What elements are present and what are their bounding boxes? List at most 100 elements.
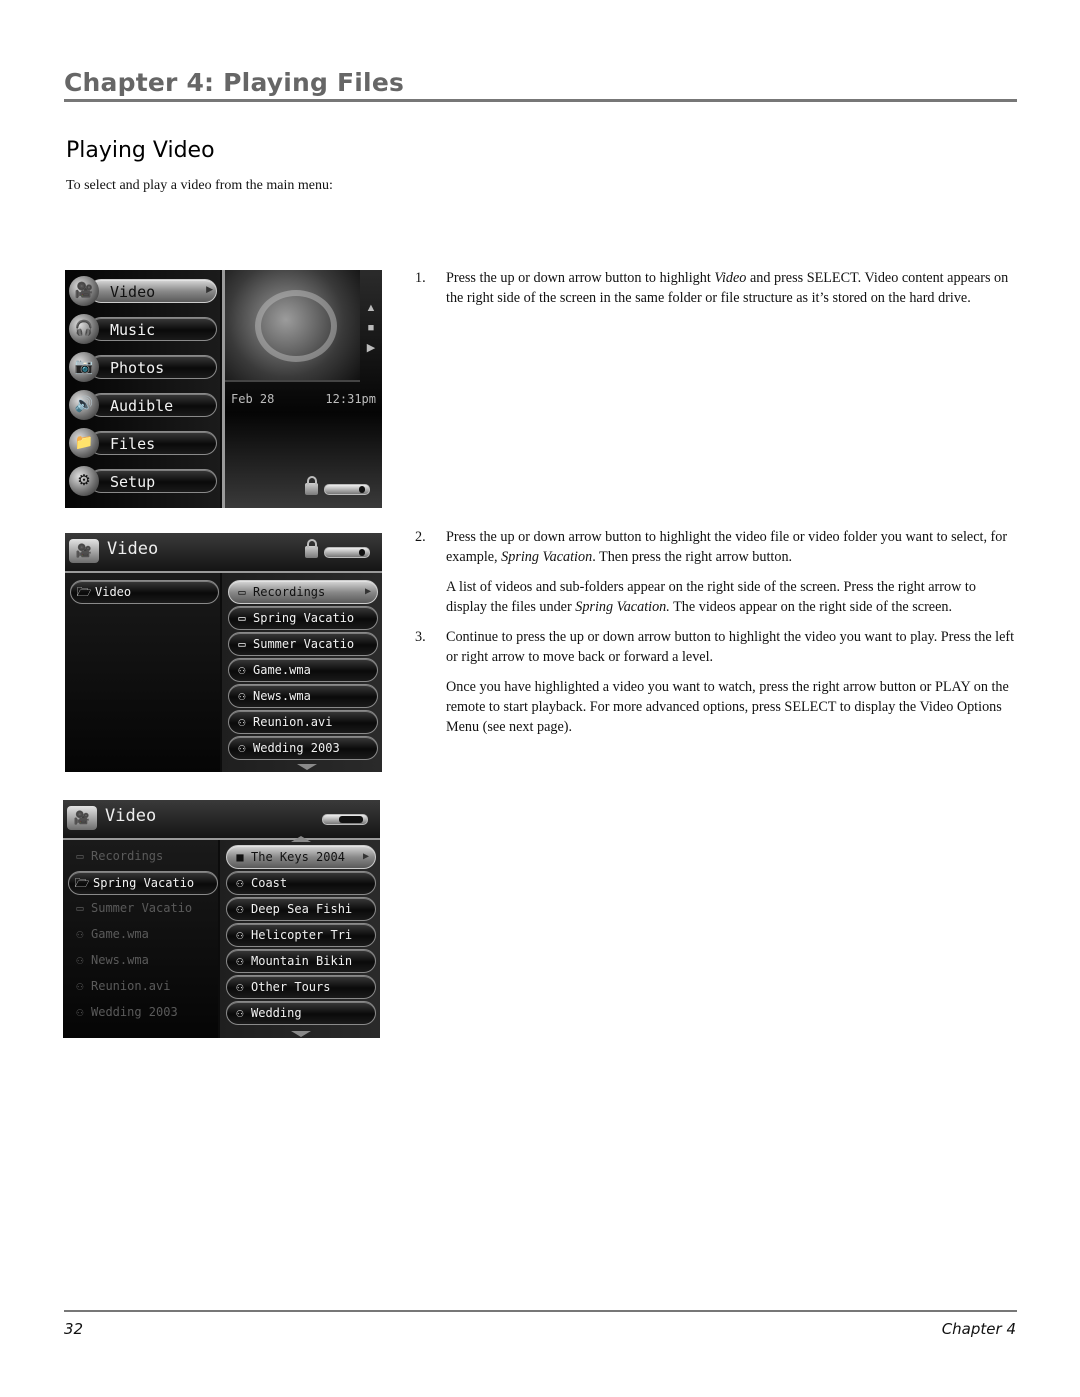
step-emphasis: Video [714, 270, 747, 286]
step-emphasis: Spring Vacation [501, 549, 593, 565]
footer-chapter-label: Chapter 4 [941, 1320, 1016, 1338]
film-camera-icon: ⚇ [236, 1006, 244, 1020]
file-item-label: Summer Vacatio [253, 637, 355, 651]
film-camera-icon: ⚇ [76, 953, 84, 967]
video-folder-screenshot: 🎥 Video 🗁 Video ▭ Recordings ▶ ▭ Spring Vacati… [65, 533, 382, 772]
file-item-label: Game.wma [91, 927, 149, 941]
file-item-label: Reunion.avi [91, 979, 171, 993]
file-item[interactable]: ⚇ Coast [226, 871, 376, 895]
main-menu-item-audible[interactable]: 🔊 Audible [69, 390, 219, 420]
main-menu-item-video[interactable]: 🎥 Video ▶ [69, 276, 219, 306]
file-item-dimmed[interactable]: ▭ Recordings [72, 845, 163, 867]
screen-title: Video [107, 539, 159, 559]
step-text: The videos appear on the right side of t… [669, 599, 953, 615]
main-menu-label: Audible [89, 393, 217, 417]
intro-text: To select and play a video from the main… [66, 178, 333, 193]
headphones-icon: 🎧 [69, 314, 99, 344]
folder-icon: ▭ [238, 585, 246, 599]
main-menu-item-setup[interactable]: ⚙ Setup [69, 466, 219, 496]
file-item-dimmed[interactable]: ▭ Summer Vacatio [72, 897, 192, 919]
film-camera-icon: ⚇ [236, 980, 244, 994]
file-item[interactable]: ⚇ Other Tours [226, 975, 376, 999]
file-item-dimmed[interactable]: ⚇ Reunion.avi [72, 975, 170, 997]
chapter-rule [64, 99, 1017, 102]
status-bar [316, 810, 368, 828]
film-camera-icon: ⚇ [238, 689, 246, 703]
file-item[interactable]: ■ The Keys 2004 ▶ [226, 845, 376, 869]
screen-title: Video [105, 806, 157, 826]
file-item[interactable]: 🗁 Video [70, 580, 219, 604]
folder-icon: ■ [236, 850, 244, 864]
instruction-step: 1. Press the up or down arrow button to h… [410, 268, 1020, 308]
step-text: . Then press the right arrow button. [592, 549, 793, 565]
camcorder-icon: 🎥 [69, 276, 99, 306]
lock-icon [305, 476, 318, 496]
scroll-down-arrow[interactable] [297, 764, 317, 770]
step-paragraph: Once you have highlighted a video you wa… [446, 677, 1020, 737]
file-item-dimmed[interactable]: ⚇ News.wma [72, 949, 148, 971]
file-item-label: Other Tours [251, 980, 331, 994]
file-item-label: Mountain Bikin [251, 954, 353, 968]
file-item-label: Reunion.avi [253, 715, 333, 729]
main-menu-label: Video [89, 279, 217, 303]
folder-icon: ▭ [238, 611, 246, 625]
step-paragraph: Press the up or down arrow button to hig… [446, 268, 1020, 308]
folder-icon: ▭ [76, 901, 84, 915]
files-icon: 📁 [69, 428, 99, 458]
main-menu-list: 🎥 Video ▶ 🎧 Music 📷 Photos 🔊 Audible 📁 Files ⚙ Setup [65, 270, 220, 508]
main-menu-item-files[interactable]: 📁 Files [69, 428, 219, 458]
screen-header: 🎥 Video [63, 800, 380, 840]
main-menu-item-music[interactable]: 🎧 Music [69, 314, 219, 344]
file-item-label: Summer Vacatio [91, 901, 193, 915]
film-camera-icon: ⚇ [238, 663, 246, 677]
main-menu-item-photos[interactable]: 📷 Photos [69, 352, 219, 382]
open-folder-icon: 🗁 [74, 876, 90, 890]
step-paragraph: Continue to press the up or down arrow b… [446, 627, 1020, 667]
file-item[interactable]: ▭ Summer Vacatio [228, 632, 378, 656]
file-item-label: Recordings [91, 849, 164, 863]
date-readout: Feb 28 [231, 392, 275, 406]
time-readout: 12:31pm [325, 392, 376, 406]
file-item[interactable]: ⚇ Wedding 2003 [228, 736, 378, 760]
footer-rule [64, 1310, 1017, 1312]
file-item[interactable]: ⚇ Helicopter Tri [226, 923, 376, 947]
file-item[interactable]: ▭ Recordings ▶ [228, 580, 378, 604]
file-item-label: Game.wma [253, 663, 311, 677]
file-item-dimmed[interactable]: ⚇ Game.wma [72, 923, 149, 945]
main-menu-label: Setup [89, 469, 217, 493]
file-item-dimmed[interactable]: ⚇ Wedding 2003 [72, 1001, 178, 1023]
side-icon: ▲ [365, 302, 377, 314]
page-number: 32 [64, 1320, 84, 1338]
file-item[interactable]: ⚇ Wedding [226, 1001, 376, 1025]
step-text: Once you have highlighted a video you wa… [446, 679, 1009, 735]
file-item[interactable]: ⚇ News.wma [228, 684, 378, 708]
file-item[interactable]: ⚇ Reunion.avi [228, 710, 378, 734]
step-emphasis: Spring Vacation. [575, 599, 670, 615]
file-item-label: Recordings [253, 585, 326, 599]
file-item-label: News.wma [253, 689, 311, 703]
status-bar [305, 476, 370, 498]
scroll-down-arrow[interactable] [291, 1031, 311, 1037]
file-item[interactable]: ▭ Spring Vacatio [228, 606, 378, 630]
step-paragraph: Press the up or down arrow button to hig… [446, 527, 1020, 567]
screen-header: 🎥 Video [65, 533, 382, 573]
scroll-up-arrow[interactable] [291, 836, 311, 842]
step-list-2: 2. Press the up or down arrow button to h… [410, 527, 1020, 747]
folder-icon: ▭ [238, 637, 246, 651]
preview-pane: ▲ ■ ▶ Feb 28 12:31pm [225, 270, 382, 508]
file-item[interactable]: 🗁 Spring Vacatio [68, 871, 218, 895]
file-item[interactable]: ⚇ Mountain Bikin [226, 949, 376, 973]
file-item-label: The Keys 2004 [251, 850, 345, 864]
file-item-label: Deep Sea Fishi [251, 902, 353, 916]
camcorder-icon: 🎥 [69, 539, 99, 563]
step-number: 3. [415, 629, 426, 645]
main-menu-label: Photos [89, 355, 217, 379]
file-item[interactable]: ⚇ Deep Sea Fishi [226, 897, 376, 921]
step-list-1: 1. Press the up or down arrow button to h… [410, 268, 1020, 318]
film-camera-icon: ⚇ [236, 876, 244, 890]
file-item[interactable]: ⚇ Game.wma [228, 658, 378, 682]
film-camera-icon: ⚇ [236, 928, 244, 942]
file-item-label: Wedding 2003 [91, 1005, 178, 1019]
side-icon: ▶ [366, 342, 376, 354]
file-item-label: Video [95, 585, 132, 599]
